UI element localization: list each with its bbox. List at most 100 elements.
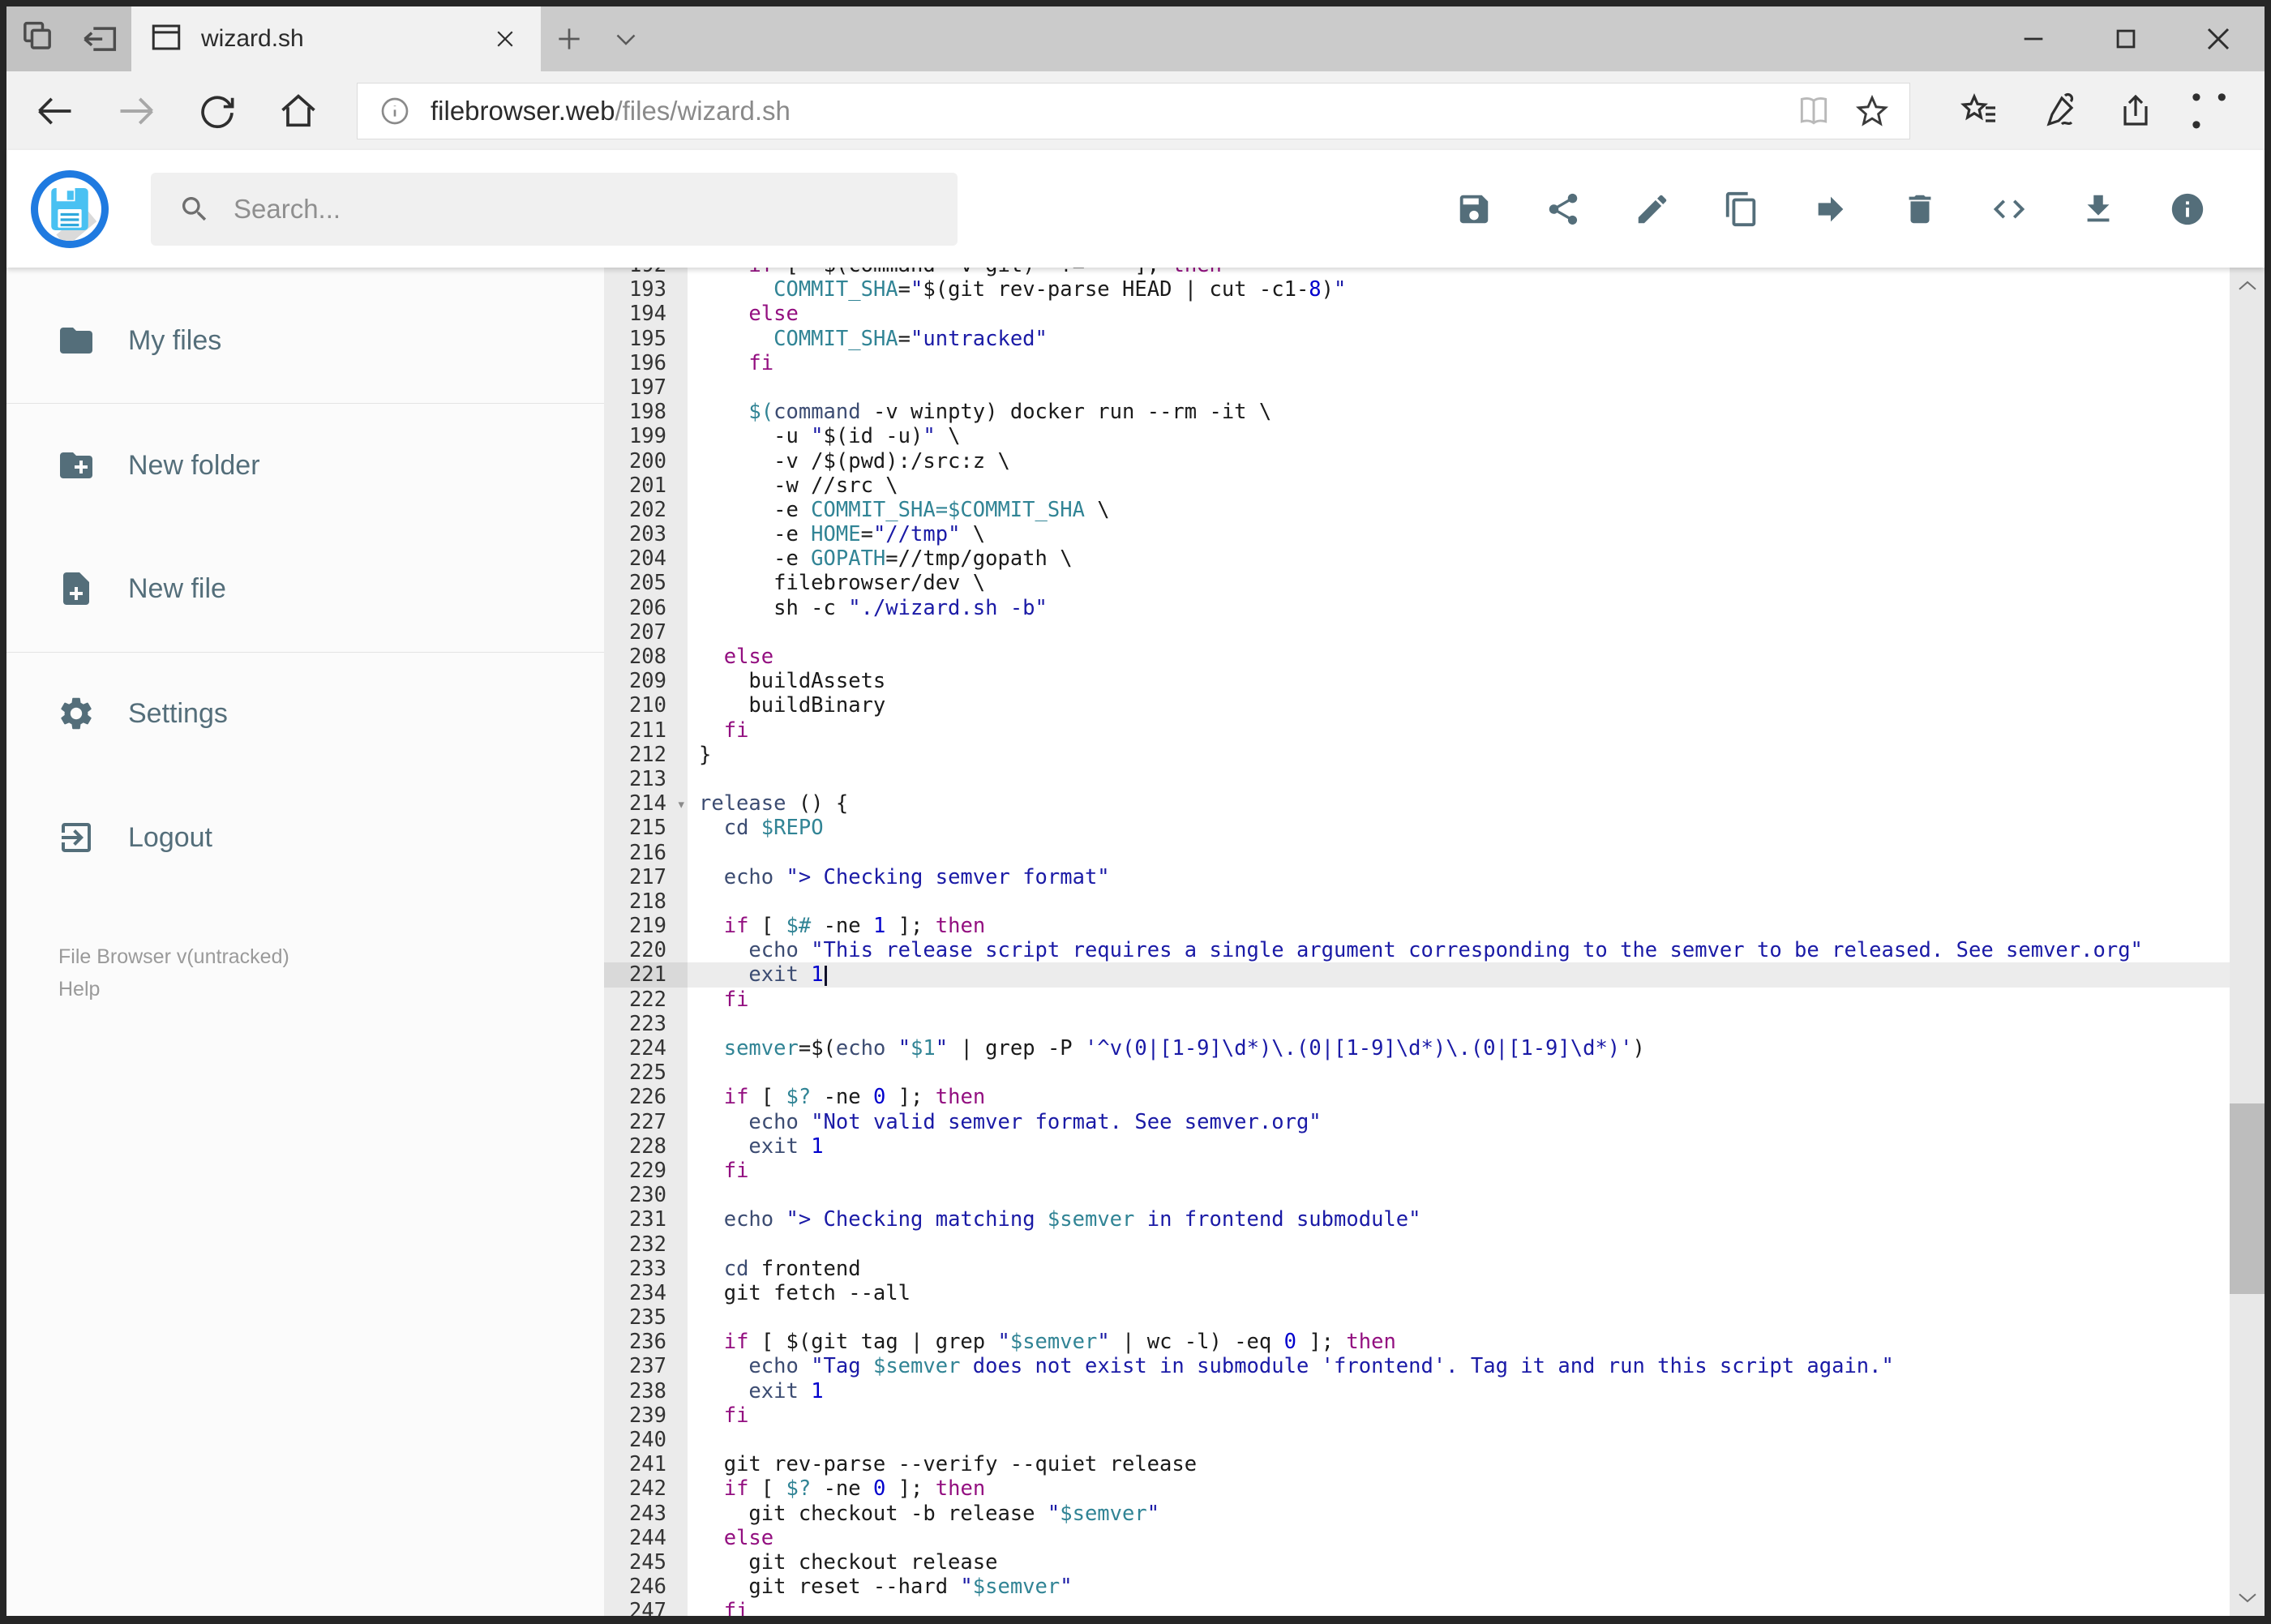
code-line-226[interactable]: 226 if [ $? -ne 0 ]; then <box>604 1085 2230 1110</box>
code-line-208[interactable]: 208 else <box>604 645 2230 670</box>
back-icon[interactable] <box>15 77 96 145</box>
sidebar-item-settings[interactable]: Settings <box>6 669 604 758</box>
code-line-193[interactable]: 193 COMMIT_SHA="$(git rev-parse HEAD | c… <box>604 277 2230 302</box>
move-button[interactable] <box>1812 191 1849 228</box>
code-line-242[interactable]: 242 if [ $? -ne 0 ]; then <box>604 1476 2230 1502</box>
forward-icon[interactable] <box>96 77 177 145</box>
code-line-214[interactable]: 214 ▾ release () { <box>604 791 2230 816</box>
tab-wizard-sh[interactable]: wizard.sh <box>131 6 541 71</box>
code-line-246[interactable]: 246 git reset --hard "$semver" <box>604 1575 2230 1600</box>
code-line-210[interactable]: 210 buildBinary <box>604 693 2230 718</box>
code-line-245[interactable]: 245 git checkout release <box>604 1549 2230 1575</box>
code-line-225[interactable]: 225 <box>604 1061 2230 1086</box>
sidebar-item-my-files[interactable]: My files <box>6 296 604 385</box>
code-line-239[interactable]: 239 fi <box>604 1403 2230 1428</box>
save-button[interactable] <box>1455 191 1493 228</box>
code-editor[interactable]: 192 if [ "$(command -v git)" != "" ]; th… <box>604 268 2230 1616</box>
filebrowser-logo-icon[interactable] <box>31 169 109 248</box>
code-line-215[interactable]: 215 cd $REPO <box>604 816 2230 841</box>
code-line-199[interactable]: 199 -u "$(id -u)" \ <box>604 424 2230 449</box>
code-line-204[interactable]: 204 -e GOPATH=//tmp/gopath \ <box>604 546 2230 572</box>
copy-button[interactable] <box>1723 191 1760 228</box>
code-line-244[interactable]: 244 else <box>604 1525 2230 1550</box>
code-line-237[interactable]: 237 echo "Tag $semver does not exist in … <box>604 1354 2230 1379</box>
code-line-247[interactable]: 247 fi <box>604 1599 2230 1616</box>
code-line-241[interactable]: 241 git rev-parse --verify --quiet relea… <box>604 1452 2230 1477</box>
code-line-221[interactable]: 221 exit 1 <box>604 962 2230 988</box>
site-info-icon[interactable] <box>379 95 411 127</box>
search-input[interactable] <box>232 192 884 225</box>
code-line-202[interactable]: 202 -e COMMIT_SHA=$COMMIT_SHA \ <box>604 497 2230 523</box>
scroll-down-icon[interactable] <box>2230 1579 2265 1616</box>
code-line-212[interactable]: 212} <box>604 742 2230 767</box>
web-note-pen-icon[interactable] <box>2033 85 2085 137</box>
home-icon[interactable] <box>258 77 339 145</box>
code-line-197[interactable]: 197 <box>604 375 2230 401</box>
code-line-222[interactable]: 222 fi <box>604 987 2230 1012</box>
search-box[interactable] <box>151 172 958 246</box>
favorite-star-icon[interactable] <box>1854 93 1890 129</box>
code-line-206[interactable]: 206 sh -c "./wizard.sh -b" <box>604 595 2230 620</box>
new-tab-button[interactable] <box>541 6 598 71</box>
code-line-209[interactable]: 209 buildAssets <box>604 669 2230 694</box>
code-line-235[interactable]: 235 <box>604 1305 2230 1330</box>
edit-button[interactable] <box>1634 191 1671 228</box>
sidebar-item-logout[interactable]: Logout <box>6 793 604 882</box>
tab-close-icon[interactable] <box>487 21 523 57</box>
set-tabs-aside-icon[interactable] <box>16 16 58 62</box>
code-line-201[interactable]: 201 -w //src \ <box>604 473 2230 498</box>
more-options-icon[interactable]: • • • <box>2192 84 2243 139</box>
code-line-240[interactable]: 240 <box>604 1428 2230 1453</box>
code-view-button[interactable] <box>1990 191 2028 228</box>
code-line-234[interactable]: 234 git fetch --all <box>604 1280 2230 1306</box>
url-field[interactable]: filebrowser.web/files/wizard.sh <box>357 82 1910 139</box>
code-line-205[interactable]: 205 filebrowser/dev \ <box>604 571 2230 596</box>
code-line-220[interactable]: 220 echo "This release script requires a… <box>604 938 2230 963</box>
refresh-icon[interactable] <box>177 77 258 145</box>
code-line-229[interactable]: 229 fi <box>604 1158 2230 1184</box>
tabs-set-aside-icon[interactable] <box>79 16 122 62</box>
code-line-200[interactable]: 200 -v /$(pwd):/src:z \ <box>604 448 2230 473</box>
maximize-button[interactable] <box>2080 6 2172 71</box>
close-button[interactable] <box>2172 6 2265 71</box>
code-line-217[interactable]: 217 echo "> Checking semver format" <box>604 864 2230 889</box>
scroll-up-icon[interactable] <box>2230 268 2265 305</box>
code-line-196[interactable]: 196 fi <box>604 350 2230 375</box>
info-button[interactable] <box>2169 191 2206 228</box>
code-line-218[interactable]: 218 <box>604 889 2230 915</box>
help-link[interactable]: Help <box>58 973 604 1005</box>
sidebar-item-new-folder[interactable]: New folder <box>6 421 604 510</box>
code-line-231[interactable]: 231 echo "> Checking matching $semver in… <box>604 1207 2230 1232</box>
code-line-223[interactable]: 223 <box>604 1011 2230 1036</box>
sidebar-item-new-file[interactable]: New file <box>6 544 604 633</box>
code-line-211[interactable]: 211 fi <box>604 718 2230 743</box>
code-line-233[interactable]: 233 cd frontend <box>604 1256 2230 1281</box>
favorites-hub-icon[interactable] <box>1953 85 2005 137</box>
code-line-195[interactable]: 195 COMMIT_SHA="untracked" <box>604 326 2230 351</box>
code-line-243[interactable]: 243 git checkout -b release "$semver" <box>604 1501 2230 1526</box>
code-line-236[interactable]: 236 if [ $(git tag | grep "$semver" | wc… <box>604 1330 2230 1355</box>
reading-view-icon[interactable] <box>1796 93 1832 129</box>
code-line-230[interactable]: 230 <box>604 1183 2230 1208</box>
code-line-207[interactable]: 207 <box>604 619 2230 645</box>
vertical-scrollbar[interactable] <box>2230 268 2265 1616</box>
download-button[interactable] <box>2080 191 2117 228</box>
code-line-238[interactable]: 238 exit 1 <box>604 1378 2230 1403</box>
share-page-icon[interactable] <box>2112 85 2164 137</box>
code-line-227[interactable]: 227 echo "Not valid semver format. See s… <box>604 1109 2230 1134</box>
delete-button[interactable] <box>1901 191 1939 228</box>
share-button[interactable] <box>1545 191 1582 228</box>
code-line-198[interactable]: 198 $(command -v winpty) docker run --rm… <box>604 400 2230 425</box>
scrollbar-thumb[interactable] <box>2230 1103 2265 1294</box>
code-line-194[interactable]: 194 else <box>604 302 2230 327</box>
code-line-219[interactable]: 219 if [ $# -ne 1 ]; then <box>604 914 2230 939</box>
code-line-213[interactable]: 213 <box>604 766 2230 792</box>
code-line-192[interactable]: 192 if [ "$(command -v git)" != "" ]; th… <box>604 268 2230 278</box>
fold-arrow-icon[interactable]: ▾ <box>677 792 686 816</box>
tab-list-chevron-icon[interactable] <box>598 6 654 71</box>
code-line-232[interactable]: 232 <box>604 1232 2230 1257</box>
code-line-224[interactable]: 224 semver=$(echo "$1" | grep -P '^v(0|[… <box>604 1036 2230 1061</box>
code-line-203[interactable]: 203 -e HOME="//tmp" \ <box>604 522 2230 547</box>
code-line-228[interactable]: 228 exit 1 <box>604 1133 2230 1159</box>
minimize-button[interactable] <box>1987 6 2080 71</box>
